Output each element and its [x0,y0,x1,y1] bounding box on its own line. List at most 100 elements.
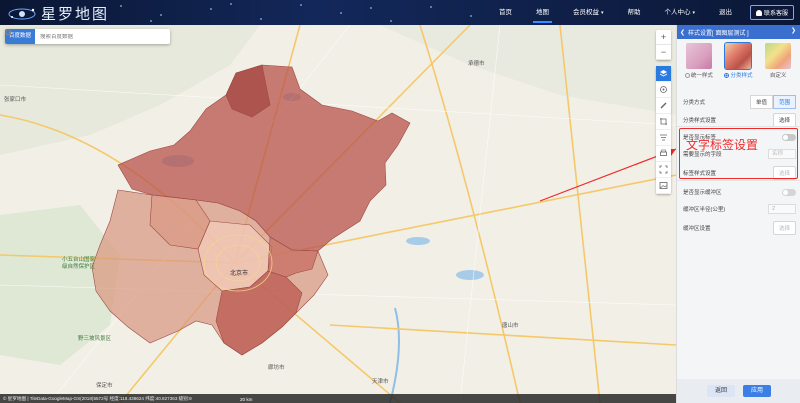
buffer-radius-row: 缓冲区半径(公里) 2 [683,204,796,214]
map-canvas[interactable]: 张家口市 承德市 北京市 廊坊市 天津市 唐山市 保定市 小五台山国家 级自然保… [0,25,676,403]
nav-map[interactable]: 地图 [524,0,561,25]
nav-membership[interactable]: 会员权益 ▾ [561,0,616,25]
classify-method-row: 分类方式 单值 范围 [683,95,796,109]
panel-title: 样式设置[ 面图层测试 ] [688,30,749,37]
top-navbar: 星罗地图 首页 地图 会员权益 ▾ 帮助 个人中心 ▾ 退出 联系客服 [0,0,800,25]
nav-membership-label: 会员权益 [572,9,599,16]
map-basemap [0,25,676,403]
star-decoration [300,4,302,6]
style-option-uniform[interactable]: 统一样式 [681,43,717,79]
star-decoration [390,20,392,22]
zoom-control: + − [656,30,671,60]
style-text-uniform: 统一样式 [690,73,713,79]
place-baoding: 保定市 [96,383,113,389]
classify-single-button[interactable]: 单值 [749,95,773,109]
buffer-radius-label: 缓冲区半径(公里) [683,207,726,213]
status-bar: © 星罗地图 | TileData-GoogleMap-GS(2018)5572… [0,394,676,403]
back-button[interactable]: 返回 [707,385,735,397]
star-decoration [230,3,232,5]
classify-style-row: 分类样式设置 选择 [683,113,796,127]
chevron-down-icon: ▾ [692,10,695,16]
style-text-category: 分类样式 [730,73,753,79]
collapse-icon[interactable]: ❯ [791,27,796,34]
filter-icon[interactable] [656,130,671,146]
divider [677,180,800,181]
panel-header: ❮ 样式设置[ 面图层测试 ] ❯ [677,25,800,39]
chevron-down-icon: ▾ [600,10,604,16]
style-label-custom: 自定义 [770,71,787,79]
zoom-in-button[interactable]: + [656,30,671,45]
ruler-icon[interactable] [656,98,671,114]
star-decoration [120,5,122,7]
search-box: 百度数据 [5,29,170,44]
style-option-custom[interactable]: 自定义 [760,43,796,79]
style-thumb-custom [765,43,792,69]
place-beijing: 北京市 [230,271,249,277]
back-arrow-icon[interactable]: ❮ [680,29,685,36]
apply-button[interactable]: 应用 [743,385,771,397]
star-decoration [470,15,472,17]
image-icon[interactable] [656,178,671,194]
style-label-category: 分类样式 [724,71,752,79]
radio-uniform[interactable] [684,72,690,78]
panel-footer: 返回 应用 [677,379,800,403]
logo-icon [8,8,36,20]
annotation-text: 文字标签设置 [686,138,759,152]
buffer-toggle-row: 是否显示缓冲区 [683,188,796,196]
contact-label: 联系客服 [763,11,788,17]
brand-logo[interactable]: 星罗地图 [7,3,109,24]
place-xiaowutaishan: 小五台山国家 级自然保护区 [62,257,96,270]
zoom-out-button[interactable]: − [656,45,671,60]
buffer-style-label: 缓冲区设置 [683,226,711,232]
contact-service-button[interactable]: 联系客服 [749,5,794,20]
nav-home[interactable]: 首页 [487,0,524,25]
style-type-selector: 统一样式 分类样式 自定义 [677,39,800,79]
radio-category[interactable] [724,72,730,78]
map-toolbar [656,66,671,194]
place-tangshan: 唐山市 [502,323,519,329]
style-label-uniform: 统一样式 [684,71,713,79]
search-input[interactable] [35,33,156,40]
classify-style-select-button[interactable]: 选择 [772,113,796,127]
style-settings-panel: ❮ 样式设置[ 面图层测试 ] ❯ 统一样式 分类样式 自定义 分类方式 单值 … [676,25,800,403]
star-decoration [150,20,152,22]
layers-icon[interactable] [656,66,671,82]
eye-icon[interactable] [656,82,671,98]
place-zhangjiakou: 张家口市 [4,97,27,103]
scale-bar: 20 km [240,397,253,402]
star-decoration [340,12,342,14]
star-decoration [160,14,162,16]
classify-range-button[interactable]: 范围 [772,95,796,109]
brand-name: 星罗地图 [41,5,110,23]
star-decoration [430,6,432,8]
buffer-style-select-button[interactable]: 选择 [772,221,796,235]
divider [677,126,800,127]
buffer-toggle-label: 是否显示缓冲区 [683,190,722,196]
place-chengde: 承德市 [468,61,485,67]
place-langfang: 廊坊市 [268,365,285,371]
main-nav: 首页 地图 会员权益 ▾ 帮助 个人中心 ▾ 退出 联系客服 [487,0,794,25]
nav-help[interactable]: 帮助 [615,0,652,25]
print-icon[interactable] [656,146,671,162]
star-decoration [370,7,372,9]
classify-method-label: 分类方式 [683,100,706,106]
buffer-toggle[interactable] [782,188,796,196]
classify-method-toggle: 单值 范围 [749,95,796,109]
style-thumb-category [724,42,753,70]
style-thumb-uniform [685,43,712,69]
star-decoration [260,18,262,20]
buffer-style-row: 缓冲区设置 选择 [683,221,796,235]
place-tianjin: 天津市 [372,379,389,385]
bell-icon [755,9,762,16]
nav-profile[interactable]: 个人中心 ▾ [652,0,707,25]
search-icon[interactable] [5,29,170,44]
fullscreen-icon[interactable] [656,162,671,178]
crop-icon[interactable] [656,114,671,130]
nav-logout[interactable]: 退出 [707,0,744,25]
style-option-category[interactable]: 分类样式 [720,42,756,79]
classify-style-label: 分类样式设置 [683,118,717,124]
nav-profile-label: 个人中心 [664,9,691,16]
style-text-custom: 自定义 [769,73,787,79]
buffer-radius-input[interactable]: 2 [768,204,796,214]
place-yesanpo: 野三坡风景区 [78,336,112,342]
